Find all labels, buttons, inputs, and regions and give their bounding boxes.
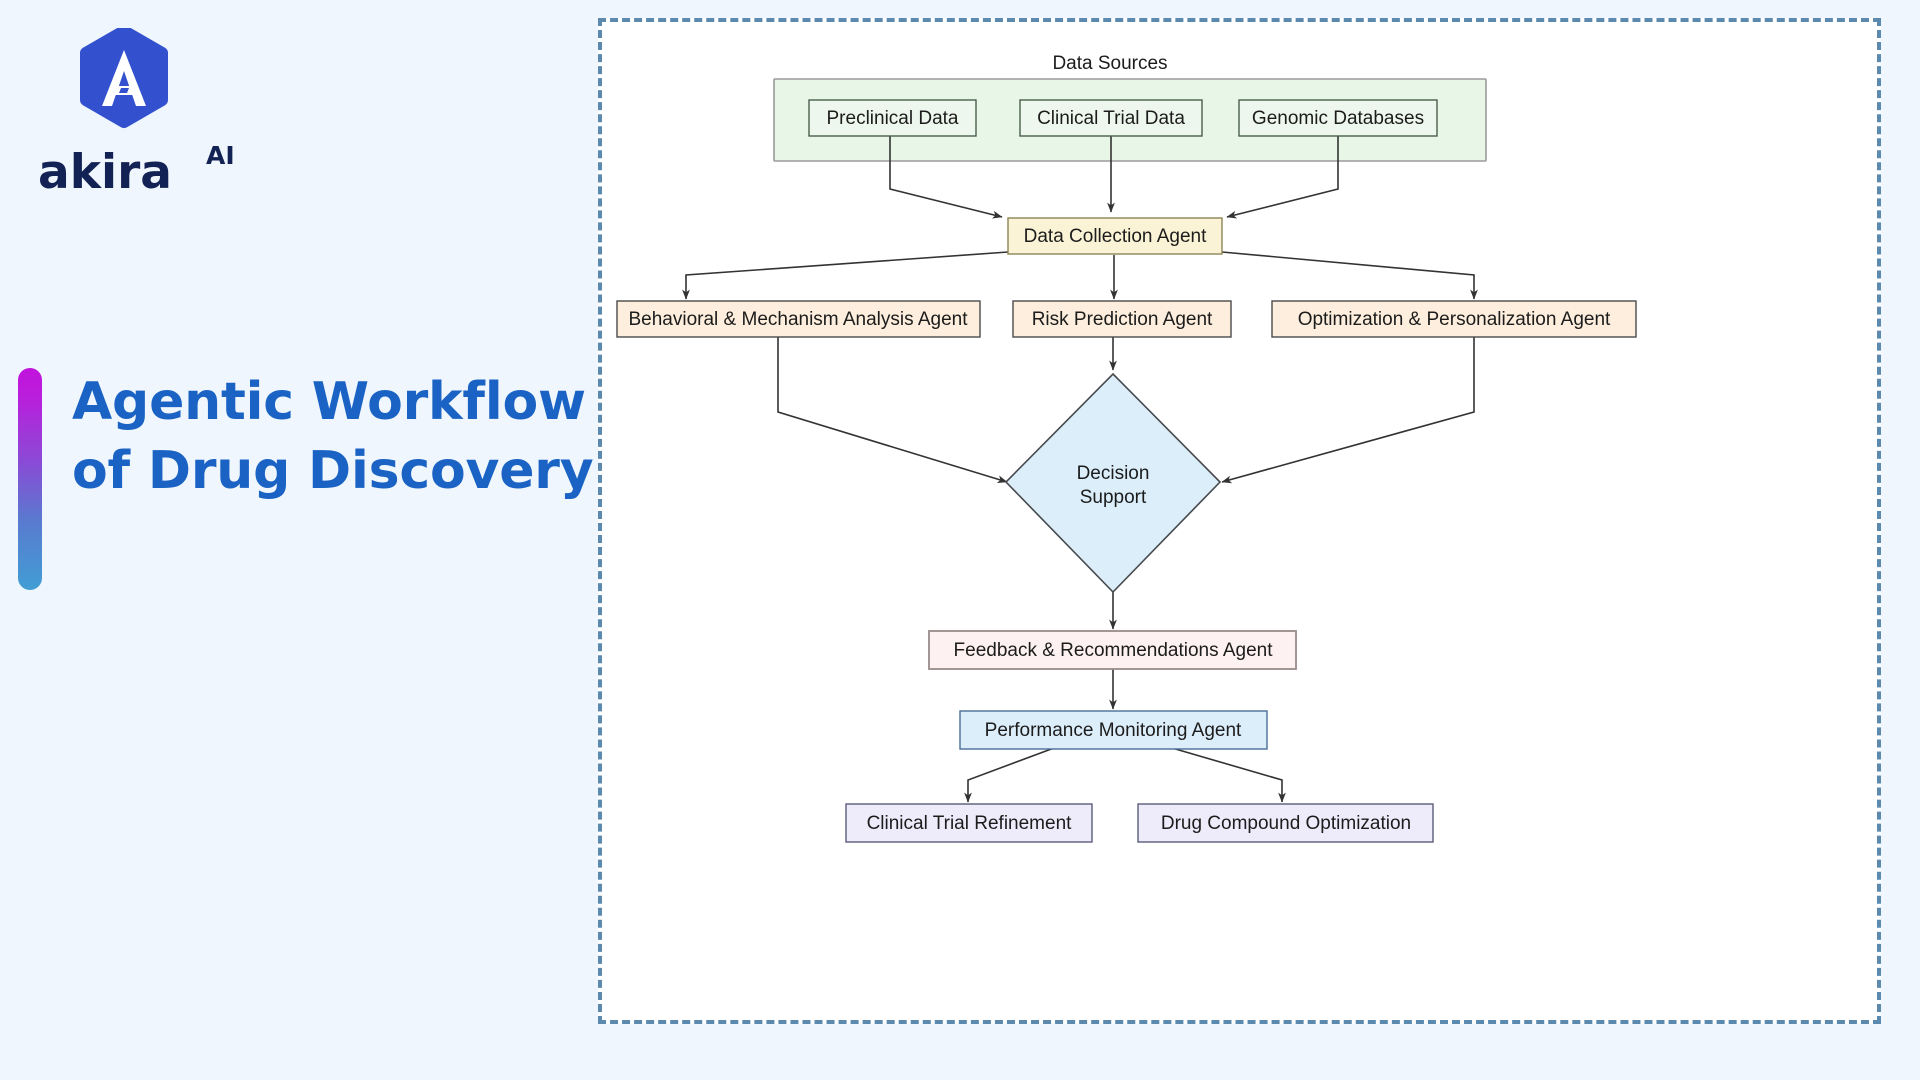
node-behavioral-agent-label: Behavioral & Mechanism Analysis Agent: [628, 309, 968, 330]
node-data-collection-agent-label: Data Collection Agent: [1024, 226, 1207, 247]
node-optimization-agent-label: Optimization & Personalization Agent: [1298, 309, 1611, 330]
edge-performance-to-refinement: [964, 747, 1055, 803]
edge-collection-to-behavioral: [682, 251, 1009, 300]
edge-behavioral-to-decision: [777, 335, 1008, 483]
akira-hexagon-logo-icon: [80, 28, 168, 128]
node-decision-support-label-line-1: Decision: [1077, 463, 1150, 484]
node-performance-agent-label: Performance Monitoring Agent: [985, 720, 1242, 741]
page-title-line-2: of Drug Discovery: [72, 440, 594, 501]
left-branding-panel: akira AI Agentic Workflow of Drug Discov…: [0, 0, 600, 1080]
node-data-collection-agent[interactable]: Data Collection Agent: [1007, 217, 1223, 255]
node-risk-prediction-agent[interactable]: Risk Prediction Agent: [1012, 300, 1232, 338]
node-genomic-databases-label: Genomic Databases: [1252, 108, 1424, 129]
page-title-block: Agentic Workflow of Drug Discovery: [18, 368, 594, 590]
node-drug-compound-optimization[interactable]: Drug Compound Optimization: [1137, 803, 1434, 843]
node-drug-compound-optimization-label: Drug Compound Optimization: [1161, 813, 1411, 834]
brand-wordmark: akira AI: [38, 141, 268, 207]
workflow-diagram-frame: Data Sources Preclinical Data Clinical T…: [598, 18, 1881, 1024]
edge-optimization-to-decision: [1221, 335, 1475, 484]
node-preclinical-data-label: Preclinical Data: [827, 108, 959, 129]
edge-performance-to-optimization: [1171, 747, 1286, 803]
workflow-diagram: Data Sources Preclinical Data Clinical T…: [616, 53, 1637, 843]
node-genomic-databases[interactable]: Genomic Databases: [1238, 99, 1438, 137]
node-clinical-trial-data-label: Clinical Trial Data: [1037, 108, 1185, 129]
node-optimization-agent[interactable]: Optimization & Personalization Agent: [1271, 300, 1637, 338]
node-feedback-agent-label: Feedback & Recommendations Agent: [954, 640, 1274, 661]
node-clinical-trial-refinement[interactable]: Clinical Trial Refinement: [845, 803, 1093, 843]
edge-collection-to-optimization: [1221, 251, 1478, 300]
node-clinical-trial-data[interactable]: Clinical Trial Data: [1019, 99, 1203, 137]
page-title-line-1: Agentic Workflow: [72, 372, 586, 432]
brand-superscript: AI: [206, 142, 235, 170]
node-decision-support[interactable]: Decision Support: [1004, 372, 1222, 594]
node-clinical-trial-refinement-label: Clinical Trial Refinement: [867, 813, 1073, 834]
node-performance-agent[interactable]: Performance Monitoring Agent: [959, 710, 1268, 750]
brand-block: akira AI: [38, 28, 268, 207]
brand-wordmark-text: akira AI: [38, 141, 235, 200]
node-decision-support-label-line-2: Support: [1080, 487, 1147, 508]
page-title: Agentic Workflow of Drug Discovery: [72, 368, 594, 590]
brand-name: akira: [38, 145, 172, 200]
node-preclinical-data[interactable]: Preclinical Data: [808, 99, 977, 137]
node-behavioral-agent[interactable]: Behavioral & Mechanism Analysis Agent: [616, 300, 981, 338]
node-risk-prediction-agent-label: Risk Prediction Agent: [1032, 309, 1213, 330]
title-accent-bar: [18, 368, 42, 590]
cluster-data-sources-label: Data Sources: [1052, 53, 1167, 74]
node-feedback-agent[interactable]: Feedback & Recommendations Agent: [928, 630, 1297, 670]
